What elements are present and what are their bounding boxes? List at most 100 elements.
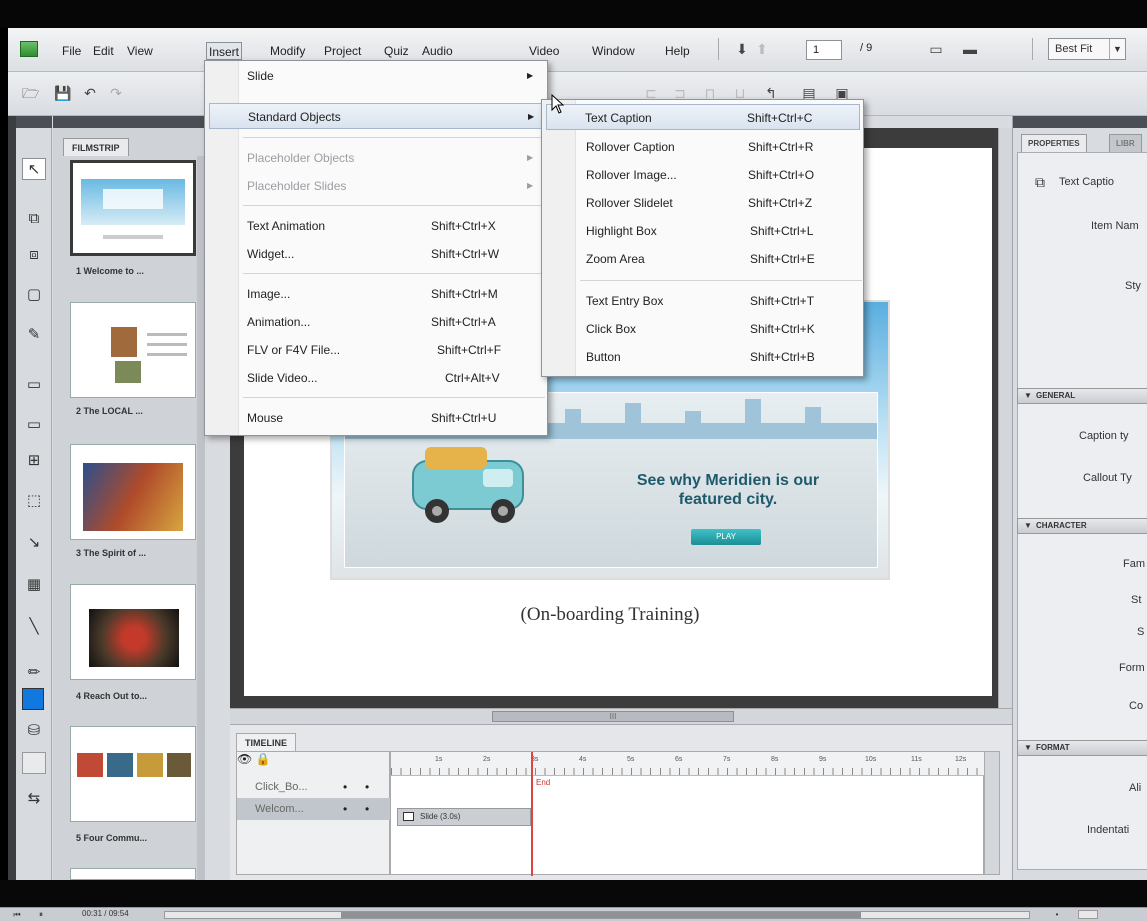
- family-label: Fam: [1123, 558, 1145, 570]
- menu-item-rollover-slidelet[interactable]: Rollover Slidelet Shift+Ctrl+Z: [542, 190, 863, 216]
- submenu-arrow-icon: ▶: [527, 71, 534, 80]
- section-format[interactable]: ▼ FORMAT: [1017, 740, 1147, 756]
- open-folder-icon[interactable]: 🗁: [22, 85, 39, 101]
- rollover-image-tool-icon[interactable]: ▢: [22, 284, 46, 306]
- slide-thumb-5[interactable]: [70, 726, 196, 822]
- stage-horizontal-scrollbar[interactable]: III: [230, 708, 1012, 724]
- menu-item-rollover-caption[interactable]: Rollover Caption Shift+Ctrl+R: [542, 134, 863, 160]
- visibility-dot[interactable]: •: [343, 798, 347, 820]
- menu-item-slide[interactable]: Slide ▶: [205, 63, 547, 89]
- timeline-scrollbar[interactable]: [984, 751, 1000, 875]
- menu-project[interactable]: Project: [322, 42, 363, 60]
- eye-icon[interactable]: 👁: [237, 752, 252, 766]
- page-number-field[interactable]: 1: [806, 40, 842, 60]
- video-seek-bar[interactable]: [164, 911, 1030, 919]
- menu-item-text-entry-box[interactable]: Text Entry Box Shift+Ctrl+T: [542, 288, 863, 314]
- section-general[interactable]: ▼ GENERAL: [1017, 388, 1147, 404]
- menu-item-zoom-area[interactable]: Zoom Area Shift+Ctrl+E: [542, 246, 863, 272]
- click-box-tool-icon[interactable]: ⊞: [22, 450, 46, 472]
- style-field-label: St: [1131, 594, 1142, 606]
- slide-thumb-6[interactable]: [70, 868, 196, 880]
- swap-colors-icon[interactable]: ⇆: [22, 788, 46, 810]
- volume-icon[interactable]: •: [1052, 910, 1062, 919]
- menu-insert[interactable]: Insert: [206, 42, 243, 60]
- menu-item-click-box[interactable]: Click Box Shift+Ctrl+K: [542, 316, 863, 342]
- lock-dot[interactable]: •: [365, 776, 369, 798]
- lock-icon[interactable]: 🔒: [256, 752, 271, 766]
- slide-thumb-2[interactable]: [70, 302, 196, 398]
- menu-item-standard-objects[interactable]: Standard Objects ▶: [209, 103, 545, 129]
- text-entry-tool-icon[interactable]: ▭: [22, 374, 46, 396]
- text-caption-tool-icon[interactable]: ⧉: [22, 208, 46, 230]
- rewind-icon[interactable]: ⏮: [12, 910, 22, 919]
- tab-properties[interactable]: PROPERTIES: [1021, 134, 1087, 152]
- arrow-down-icon[interactable]: ⬇: [734, 41, 750, 57]
- fullscreen-button[interactable]: [1078, 910, 1098, 919]
- properties-panel: PROPERTIES LIBR ⧉ Text Captio Item Nam S…: [1012, 116, 1147, 880]
- preview-icon[interactable]: ▭: [928, 41, 944, 57]
- menu-window[interactable]: Window: [590, 42, 637, 60]
- menu-item-widget[interactable]: Widget... Shift+Ctrl+W: [205, 241, 547, 267]
- section-character[interactable]: ▼ CHARACTER: [1017, 518, 1147, 534]
- save-icon[interactable]: 💾: [54, 85, 71, 101]
- end-marker-label: End: [536, 778, 551, 787]
- zoom-area-tool-icon[interactable]: ⬚: [22, 490, 46, 512]
- button-tool-icon[interactable]: ▭: [22, 414, 46, 436]
- highlight-box-tool-icon[interactable]: ✎: [22, 324, 46, 346]
- timeline-layer-row[interactable]: Welcom... • •: [237, 798, 391, 820]
- slide-thumb-label: 5 Four Commu...: [76, 833, 148, 843]
- menu-item-animation[interactable]: Animation... Shift+Ctrl+A: [205, 309, 547, 335]
- menu-item-mouse[interactable]: Mouse Shift+Ctrl+U: [205, 405, 547, 431]
- menu-item-rollover-image[interactable]: Rollover Image... Shift+Ctrl+O: [542, 162, 863, 188]
- menu-quiz[interactable]: Quiz: [382, 42, 411, 60]
- menu-item-image[interactable]: Image... Shift+Ctrl+M: [205, 281, 547, 307]
- widget-tool-icon[interactable]: ▦: [22, 574, 46, 596]
- scrollbar-grip[interactable]: III: [492, 711, 734, 722]
- menu-modify[interactable]: Modify: [268, 42, 307, 60]
- stage-vertical-scrollbar[interactable]: [998, 128, 1012, 708]
- menu-item-slide-video[interactable]: Slide Video... Ctrl+Alt+V: [205, 365, 547, 391]
- visibility-dot[interactable]: •: [343, 776, 347, 798]
- slide-duration-bar[interactable]: Slide (3.0s): [397, 808, 531, 826]
- pencil-tool-icon[interactable]: ✏: [22, 662, 46, 684]
- undo-icon[interactable]: ↶: [82, 85, 98, 101]
- timeline-grid[interactable]: 1s 2s 3s 4s 5s 6s 7s 8s 9s 10s 11s 12s E…: [390, 751, 985, 876]
- timeline-tab[interactable]: TIMELINE: [236, 733, 296, 751]
- banner-play-button[interactable]: PLAY: [691, 529, 761, 545]
- menu-item-flv-file[interactable]: FLV or F4V File... Shift+Ctrl+F: [205, 337, 547, 363]
- format-field-label: Form: [1119, 662, 1145, 674]
- publish-icon[interactable]: ▬: [962, 41, 978, 57]
- timeline-layer-row[interactable]: Click_Bo... • •: [237, 776, 391, 798]
- select-tool-icon[interactable]: ↖: [22, 158, 46, 180]
- fill-color-swatch[interactable]: [22, 688, 44, 710]
- slide-thumb-1[interactable]: [70, 160, 196, 256]
- layer-name: Click_Bo...: [255, 781, 308, 793]
- playhead[interactable]: [531, 752, 533, 876]
- filmstrip-tab[interactable]: FILMSTRIP: [63, 138, 129, 156]
- menu-audio[interactable]: Audio: [420, 42, 455, 60]
- paint-bucket-icon[interactable]: ⛁: [22, 720, 46, 742]
- menu-view[interactable]: View: [125, 42, 155, 60]
- slide-icon: [403, 812, 414, 821]
- rollover-caption-tool-icon[interactable]: ⧈: [22, 244, 46, 266]
- menu-help[interactable]: Help: [663, 42, 692, 60]
- menu-edit[interactable]: Edit: [91, 42, 116, 60]
- redo-icon[interactable]: ↷: [108, 85, 124, 101]
- zoom-select[interactable]: Best Fit ▼: [1048, 38, 1126, 60]
- lock-dot[interactable]: •: [365, 798, 369, 820]
- slide-thumb-4[interactable]: [70, 584, 196, 680]
- stroke-color-swatch[interactable]: [22, 752, 46, 774]
- menu-item-highlight-box[interactable]: Highlight Box Shift+Ctrl+L: [542, 218, 863, 244]
- pause-icon[interactable]: ⏸: [36, 910, 46, 919]
- slide-thumb-3[interactable]: [70, 444, 196, 540]
- arrow-up-icon[interactable]: ⬆: [754, 41, 770, 57]
- menu-item-button[interactable]: Button Shift+Ctrl+B: [542, 344, 863, 370]
- line-tool-icon[interactable]: ╲: [22, 616, 46, 638]
- menu-file[interactable]: File: [60, 42, 83, 60]
- tab-library[interactable]: LIBR: [1109, 134, 1142, 152]
- menu-item-text-animation[interactable]: Text Animation Shift+Ctrl+X: [205, 213, 547, 239]
- menu-video[interactable]: Video: [527, 42, 561, 60]
- mouse-tool-icon[interactable]: ↘: [22, 532, 46, 554]
- slide-thumb-label: 1 Welcome to ...: [76, 266, 144, 276]
- menu-item-text-caption[interactable]: Text Caption Shift+Ctrl+C: [546, 104, 860, 130]
